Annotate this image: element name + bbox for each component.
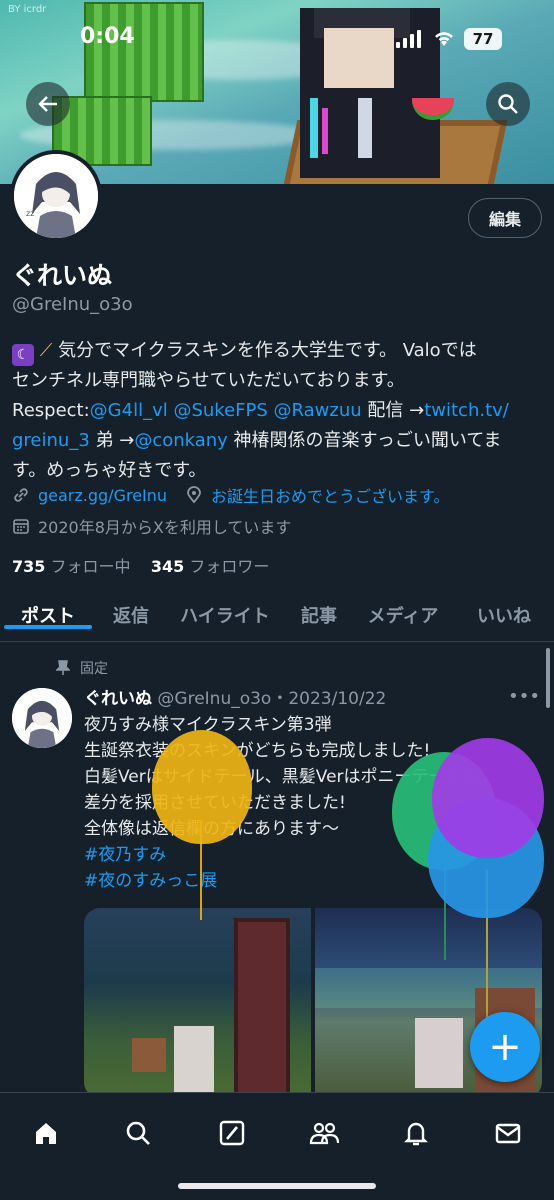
search-icon <box>498 94 518 114</box>
website-link[interactable]: gearz.gg/GreInu <box>38 486 167 505</box>
tab-likes[interactable]: いいね <box>464 590 544 628</box>
edit-profile-button[interactable]: 編集 <box>468 198 542 238</box>
profile-bio: ☾ ⟋ 気分でマイクラスキンを作る大学生です。 Valoでは センチネル専門職や… <box>12 336 542 486</box>
pinned-indicator: 固定 <box>56 658 108 678</box>
wifi-icon <box>432 28 456 53</box>
status-bar: 0:04 77 <box>0 24 554 54</box>
bio-line: 気分でマイクラスキンを作る大学生です。 Valoでは <box>58 340 477 361</box>
following-label: フォロー中 <box>50 557 131 576</box>
twitch-link[interactable]: greinu_3 <box>12 430 90 451</box>
post-media-grid <box>84 908 542 1098</box>
calendar-icon <box>13 519 29 534</box>
bio-respect-label: Respect: <box>12 400 90 421</box>
messages-icon[interactable] <box>488 1113 528 1153</box>
tab-articles[interactable]: 記事 <box>284 590 354 628</box>
scrollbar[interactable] <box>546 648 550 708</box>
bio-text: 神椿関係の音楽すっごい聞いてま <box>227 430 502 451</box>
following-count: 735 <box>12 557 46 576</box>
post-author-handle[interactable]: @GreInu_o3o <box>157 689 271 709</box>
pin-icon <box>56 660 70 675</box>
moon-emoji-icon: ☾ <box>12 344 34 366</box>
link-icon <box>14 488 28 502</box>
post-author-name[interactable]: ぐれいぬ <box>84 689 152 709</box>
grok-icon[interactable] <box>212 1113 252 1153</box>
location-text: お誕生日おめでとうございます。 <box>211 487 450 506</box>
profile-tabs: ポスト 返信 ハイライト 記事 メディア いいね <box>0 590 554 642</box>
followers-link[interactable]: 345 フォロワー <box>151 557 270 576</box>
display-name: ぐれいぬ <box>12 261 113 290</box>
tab-media[interactable]: メディア <box>354 590 452 628</box>
tab-highlights[interactable]: ハイライト <box>166 590 284 628</box>
mention-link[interactable]: @G4ll_vl <box>90 400 168 421</box>
bio-text: 弟 → <box>89 430 135 451</box>
post-date[interactable]: ・2023/10/22 <box>271 689 386 709</box>
bio-line: す。めっちゃ好きです。 <box>12 460 207 481</box>
wand-emoji-icon: ⟋ <box>39 340 53 361</box>
followers-label: フォロワー <box>189 557 270 576</box>
pinned-label: 固定 <box>80 661 108 677</box>
search-button[interactable] <box>486 82 530 126</box>
more-options-icon[interactable]: ••• <box>508 686 540 707</box>
notifications-icon[interactable] <box>396 1113 436 1153</box>
following-link[interactable]: 735 フォロー中 <box>12 557 131 576</box>
purple-balloon <box>432 738 544 858</box>
status-time: 0:04 <box>80 24 135 49</box>
search-icon[interactable] <box>118 1113 158 1153</box>
compose-button[interactable]: + <box>470 1012 540 1082</box>
bio-text: 配信 → <box>361 400 425 421</box>
mention-link[interactable]: @Rawzuu <box>274 400 362 421</box>
battery-indicator: 77 <box>464 28 502 50</box>
post-header: ぐれいぬ @GreInu_o3o・2023/10/22 <box>84 684 386 709</box>
communities-icon[interactable] <box>304 1113 344 1153</box>
mention-link[interactable]: @conkany <box>134 430 228 451</box>
avatar-illustration <box>12 688 72 748</box>
follow-counts: 735 フォロー中 345 フォロワー <box>12 553 269 577</box>
post-line: 夜乃すみ様マイクラスキン第3弾 <box>84 715 332 735</box>
home-indicator[interactable] <box>178 1183 376 1189</box>
home-icon[interactable] <box>26 1113 66 1153</box>
post-image[interactable] <box>84 908 311 1098</box>
tab-posts[interactable]: ポスト <box>0 590 96 629</box>
location-pin-icon <box>187 486 201 504</box>
banner-watermark: BY icrdr <box>8 4 47 15</box>
tab-replies[interactable]: 返信 <box>96 590 166 628</box>
profile-meta-row: gearz.gg/GreInu お誕生日おめでとうございます。 <box>12 483 449 507</box>
joined-text: 2020年8月からXを利用しています <box>38 518 292 537</box>
arrow-left-icon <box>38 96 57 112</box>
avatar-illustration: zz <box>14 154 98 238</box>
svg-text:zz: zz <box>26 209 34 218</box>
cellular-signal-icon <box>396 30 421 48</box>
back-button[interactable] <box>26 82 70 126</box>
mention-link[interactable]: @SukeFPS <box>173 400 267 421</box>
user-handle: @GreInu_o3o <box>12 294 133 315</box>
bio-line: センチネル専門職やらせていただいております。 <box>12 370 405 391</box>
post-avatar[interactable] <box>12 688 72 748</box>
yellow-balloon <box>152 730 252 844</box>
followers-count: 345 <box>150 557 185 576</box>
joined-row: 2020年8月からXを利用しています <box>12 514 291 538</box>
twitch-link[interactable]: twitch.tv/ <box>424 400 509 421</box>
profile-avatar[interactable]: zz <box>10 150 102 242</box>
